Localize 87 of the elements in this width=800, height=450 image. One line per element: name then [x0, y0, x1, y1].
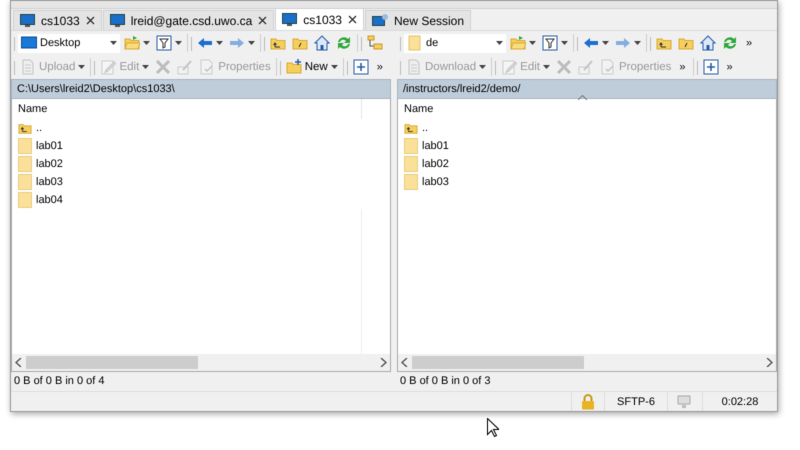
rename-icon	[177, 59, 194, 75]
right-arrow-icon	[615, 35, 631, 51]
home-icon	[700, 35, 716, 51]
path-bar: C:\Users\lreid2\Desktop\cs1033\	[11, 79, 391, 99]
folder-icon	[404, 174, 418, 190]
monitor-icon	[20, 14, 35, 28]
close-icon[interactable]	[258, 16, 268, 25]
location-dropdown[interactable]: de	[404, 34, 506, 52]
horizontal-scrollbar[interactable]	[398, 354, 776, 371]
close-icon[interactable]	[86, 16, 95, 25]
column-header[interactable]: Name	[404, 103, 434, 115]
session-tab[interactable]: cs1033	[275, 8, 364, 30]
folder-icon	[18, 192, 32, 208]
add-icon	[352, 59, 369, 75]
toolbar-icon-button[interactable]	[350, 57, 371, 77]
refresh-icon	[336, 35, 352, 51]
location-dropdown[interactable]: Desktop	[18, 34, 120, 52]
path-bar: /instructors/lreid2/demo/	[397, 79, 777, 99]
close-icon[interactable]	[348, 15, 357, 24]
scroll-left-icon	[15, 358, 22, 367]
session-timer: 0:02:28	[722, 396, 758, 408]
overflow-chevron[interactable]: »	[742, 37, 756, 49]
toolbar-icon-button[interactable]	[312, 33, 332, 53]
file-row[interactable]: lab03	[398, 173, 449, 191]
mouse-pointer-icon	[487, 418, 499, 437]
caret-icon	[496, 41, 503, 45]
file-row[interactable]: lab01	[12, 137, 63, 155]
left-arrow-icon	[583, 35, 599, 51]
scroll-right-icon	[380, 358, 387, 367]
filter-icon	[542, 35, 558, 51]
parent-folder-icon	[404, 121, 418, 135]
session-tab[interactable]: New Session	[364, 10, 472, 30]
panel-status: 0 B of 0 B in 0 of 3	[399, 374, 492, 389]
caret-icon	[110, 41, 117, 45]
document-icon	[406, 59, 422, 75]
session-tab[interactable]: lreid@gate.csd.uwo.ca	[102, 10, 274, 30]
protocol-label: SFTP-6	[617, 396, 655, 408]
filter-icon	[156, 35, 172, 51]
monitor-icon	[21, 35, 37, 51]
panel-status: 0 B of 0 B in 0 of 4	[13, 374, 106, 389]
new-folder-icon	[286, 59, 302, 75]
folder-icon	[404, 156, 418, 172]
folder-icon	[18, 174, 32, 190]
parent-folder-icon	[18, 121, 32, 135]
right-arrow-icon	[229, 35, 245, 51]
monitor-icon	[282, 12, 298, 26]
file-row[interactable]: lab02	[12, 155, 63, 173]
computer-icon	[677, 394, 693, 408]
file-row[interactable]: lab03	[12, 173, 63, 191]
file-row[interactable]: lab04	[12, 191, 63, 209]
file-row[interactable]: ..	[12, 119, 42, 137]
file-row[interactable]: lab01	[398, 137, 449, 155]
properties-icon	[199, 59, 216, 75]
file-row[interactable]: ..	[398, 119, 428, 137]
toolbar-icon-button[interactable]	[698, 33, 718, 53]
rename-icon	[578, 59, 594, 75]
refresh-icon	[722, 35, 738, 51]
document-icon	[20, 59, 36, 75]
new-session-icon	[372, 14, 388, 28]
folder-icon	[404, 138, 418, 154]
padlock-icon	[581, 394, 595, 410]
scroll-left-icon	[401, 358, 408, 367]
scroll-right-icon	[766, 358, 773, 367]
file-row[interactable]: lab02	[398, 155, 449, 173]
toolbar-button[interactable]: New	[284, 57, 340, 77]
pencil-page-icon	[100, 59, 116, 75]
folder-icon	[407, 35, 423, 51]
home-icon	[314, 35, 330, 51]
folder-tree-icon	[367, 35, 383, 51]
folder-icon	[18, 156, 32, 172]
pencil-page-icon	[501, 59, 518, 75]
add-icon	[702, 59, 719, 75]
folder-icon	[18, 138, 32, 154]
session-tab[interactable]: cs1033	[13, 10, 102, 30]
toolbar-icon-button[interactable]	[540, 33, 570, 53]
delete-icon	[556, 59, 572, 75]
monitor-icon	[110, 14, 125, 28]
overflow-chevron[interactable]: »	[675, 61, 690, 73]
toolbar-icon-button[interactable]	[154, 33, 184, 53]
open-folder-icon	[510, 35, 526, 51]
delete-icon	[155, 59, 172, 75]
left-arrow-icon	[197, 35, 213, 51]
properties-icon	[600, 59, 616, 75]
open-folder-icon	[124, 35, 140, 51]
horizontal-scrollbar[interactable]	[12, 354, 390, 371]
toolbar-icon-button[interactable]	[700, 57, 721, 77]
column-header[interactable]: Name	[18, 103, 48, 115]
